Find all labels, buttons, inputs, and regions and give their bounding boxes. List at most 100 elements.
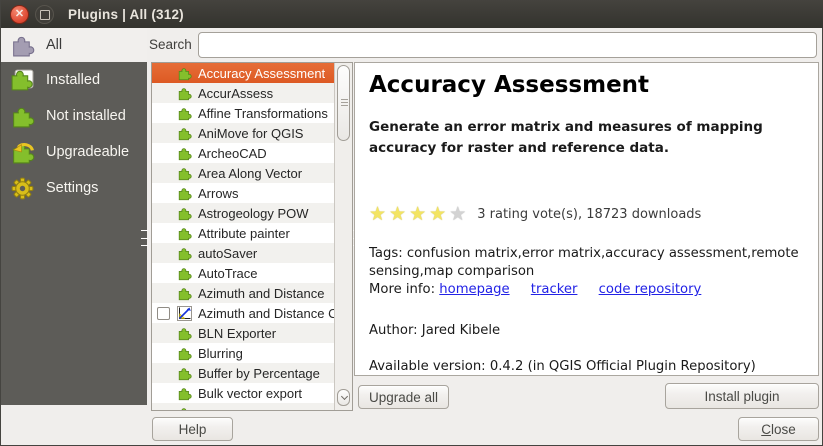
puzzle-icon — [177, 286, 192, 301]
plugin-name: Arrows — [198, 186, 238, 201]
plugin-description: Generate an error matrix and measures of… — [369, 117, 794, 159]
search-label: Search — [149, 37, 192, 52]
sidebar-item-upgradeable[interactable]: Upgradeable — [1, 134, 147, 170]
plugin-name: AniMove for QGIS — [198, 126, 303, 141]
puzzle-upgrade-icon — [9, 140, 36, 165]
plugin-list-item[interactable]: AccurAssess — [152, 83, 334, 103]
checkbox-slot — [155, 227, 177, 240]
plugin-list-item[interactable]: BLN Exporter — [152, 323, 334, 343]
code-repository-link[interactable]: code repository — [599, 282, 702, 297]
plugin-name: Attribute painter — [198, 226, 290, 241]
plugin-name: Affine Transformations — [198, 106, 328, 121]
checkbox-slot — [155, 67, 177, 80]
checkbox-slot — [155, 347, 177, 360]
plugin-list-item[interactable]: Attribute painter — [152, 223, 334, 243]
plugin-list-item[interactable]: ArcheoCAD — [152, 143, 334, 163]
tracker-link[interactable]: tracker — [531, 282, 578, 297]
puzzle-icon — [177, 266, 192, 281]
plugin-list-scrollbar[interactable] — [334, 63, 352, 410]
rating-row: ★★★★★ 3 rating vote(s), 18723 downloads — [369, 205, 804, 224]
puzzle-icon — [177, 326, 192, 341]
search-input[interactable] — [198, 32, 817, 58]
puzzle-icon — [177, 86, 192, 101]
checkbox-slot — [155, 387, 177, 400]
puzzle-icon — [177, 346, 192, 361]
plugin-list-item[interactable]: Azimuth and Distance Calculator — [152, 303, 334, 323]
checkbox-slot — [155, 407, 177, 411]
puzzle-icon — [177, 406, 192, 411]
puzzle-icon — [177, 106, 192, 121]
scrollbar-down-icon[interactable] — [337, 389, 350, 406]
sidebar-item-installed[interactable]: Installed — [1, 62, 147, 98]
plugin-list-item[interactable]: Bulk vector export — [152, 383, 334, 403]
plugin-list-item[interactable]: AutoTrace — [152, 263, 334, 283]
puzzle-icon — [177, 366, 192, 381]
plugin-list-item[interactable]: Accuracy Assessment — [152, 63, 334, 83]
category-sidebar: All Installed Not installed Upgradeable — [1, 28, 147, 405]
upgrade-all-button[interactable]: Upgrade all — [358, 385, 449, 409]
checkbox-slot — [155, 87, 177, 100]
puzzle-icon — [177, 66, 192, 81]
puzzle-green-icon — [9, 104, 36, 129]
plugin-name: Bulk vector export — [198, 386, 302, 401]
plugin-name: Astrogeology POW — [198, 206, 309, 221]
plugin-list-item[interactable]: Affine Transformations — [152, 103, 334, 123]
checkbox-slot — [155, 367, 177, 380]
plugin-list-item[interactable]: Blurring — [152, 343, 334, 363]
scrollbar-thumb[interactable] — [337, 65, 350, 141]
titlebar: Plugins | All (312) — [1, 0, 823, 28]
sidebar-item-label: Not installed — [46, 108, 126, 124]
plugin-list-item[interactable]: Arrows — [152, 183, 334, 203]
sidebar-item-not-installed[interactable]: Not installed — [1, 98, 147, 134]
checkbox-slot — [155, 207, 177, 220]
plugin-name: Buffer by Percentage — [198, 366, 320, 381]
tags-line: Tags: confusion matrix,error matrix,accu… — [369, 245, 804, 281]
plugin-name: autoSaver — [198, 246, 257, 261]
plugin-list-item[interactable]: Astrogeology POW — [152, 203, 334, 223]
checkbox-slot — [155, 267, 177, 280]
puzzle-installed-icon — [9, 68, 36, 93]
plugin-list-item[interactable]: Buffer by Percentage — [152, 363, 334, 383]
plugin-name: Accuracy Assessment — [198, 66, 325, 81]
tags-label: Tags: — [369, 246, 407, 261]
plugin-list-item[interactable] — [152, 403, 334, 410]
plugin-list-item[interactable]: autoSaver — [152, 243, 334, 263]
plugin-list-item[interactable]: AniMove for QGIS — [152, 123, 334, 143]
sidebar-item-settings[interactable]: Settings — [1, 170, 147, 206]
puzzle-gray-icon — [9, 33, 36, 58]
plugin-list-item[interactable]: Azimuth and Distance — [152, 283, 334, 303]
help-button[interactable]: Help — [152, 417, 233, 441]
plugin-name: BLN Exporter — [198, 326, 276, 341]
checkbox-slot — [155, 307, 177, 320]
sidebar-item-label: Upgradeable — [46, 144, 129, 160]
close-button[interactable]: Close — [738, 417, 819, 441]
plugin-name: Azimuth and Distance Calculator — [198, 306, 334, 321]
star-icon: ★ — [449, 203, 466, 225]
item-checkbox[interactable] — [157, 307, 170, 320]
splitter-handle-left[interactable] — [141, 230, 148, 246]
homepage-link[interactable]: homepage — [439, 282, 509, 297]
puzzle-icon — [177, 206, 192, 221]
checkbox-slot — [155, 287, 177, 300]
star-icon: ★ — [429, 203, 446, 225]
plugin-name: Azimuth and Distance — [198, 286, 324, 301]
window-close-icon[interactable] — [10, 5, 29, 24]
plugins-dialog: Plugins | All (312) All Installed Not in… — [0, 0, 823, 446]
plugin-details-panel: Accuracy Assessment Generate an error ma… — [354, 62, 819, 376]
window-title: Plugins | All (312) — [68, 7, 184, 22]
checkbox-slot — [155, 247, 177, 260]
puzzle-icon — [177, 166, 192, 181]
install-plugin-button[interactable]: Install plugin — [665, 383, 819, 409]
puzzle-icon — [177, 246, 192, 261]
puzzle-icon — [177, 146, 192, 161]
checkbox-slot — [155, 127, 177, 140]
sidebar-item-all[interactable]: All — [1, 28, 147, 62]
more-info-label: More info: — [369, 282, 439, 297]
checkbox-slot — [155, 167, 177, 180]
more-info-line: More info: homepage tracker code reposit… — [369, 282, 804, 297]
plugin-name: ArcheoCAD — [198, 146, 267, 161]
plugin-list-item[interactable]: Area Along Vector — [152, 163, 334, 183]
window-maximize-icon[interactable] — [35, 5, 54, 24]
plugin-version: Available version: 0.4.2 (in QGIS Offici… — [369, 359, 804, 374]
puzzle-icon — [177, 386, 192, 401]
